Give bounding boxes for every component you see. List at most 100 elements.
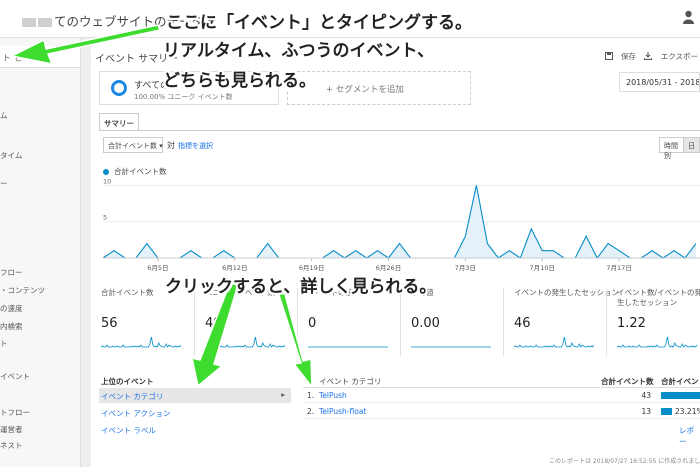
stat-total-events: 合計イベント数 56 — [91, 288, 194, 356]
versus-label: 対 — [167, 141, 175, 150]
stat-sparkline — [411, 346, 491, 348]
row-count: 13 — [641, 407, 651, 416]
table-row: 1. TelPush 43 — [303, 388, 700, 403]
sparkline-line — [514, 336, 594, 348]
column-header-total[interactable]: 合計イベント数 — [601, 376, 654, 387]
sidebar-search-input[interactable]: ト と — [0, 46, 80, 68]
events-line-chart: 10 5 6月5日 6月12日 6月19日 6月26日 7月3日 7月10日 7月17日 — [102, 178, 700, 272]
stat-label: 合計イベント数 — [101, 288, 154, 297]
sparkline-line — [617, 336, 697, 348]
stat-sparkline — [205, 336, 285, 348]
sidebar-item[interactable]: ネスト — [0, 440, 23, 451]
segment-ring-icon — [111, 80, 127, 96]
x-tick-label: 6月26日 — [376, 264, 401, 272]
table-header: イベント カテゴリ 合計イベント数 合計イベント — [303, 374, 700, 388]
stat-value: 56 — [101, 316, 118, 331]
dimension-event-label[interactable]: イベント ラベル — [99, 422, 291, 437]
stat-events-per-session: イベント数/イベントの発生したセッション 1.22 — [606, 288, 700, 356]
main-panel: イベント サマリー 保存 エクスポー 2018/05/31 - 2018/ すべ… — [91, 38, 700, 467]
stat-label: イベントの発生したセッション — [514, 288, 619, 297]
granularity-day-button[interactable]: 日 — [683, 138, 699, 152]
redacted-text — [22, 18, 36, 27]
column-header-percent[interactable]: 合計イベント — [661, 376, 700, 387]
row-count: 43 — [641, 391, 651, 400]
save-label: 保存 — [620, 52, 636, 61]
stat-sessions-with-event: イベントの発生したセッション 46 — [503, 288, 619, 356]
x-tick-label: 7月17日 — [606, 264, 631, 272]
annotation-text-1: ここに「イベント」とタイピングする。 — [166, 13, 472, 33]
top-events-header: 上位のイベント — [101, 377, 154, 386]
sidebar-item-realtime[interactable]: タイム — [0, 150, 22, 161]
annotation-text-4: クリックすると、詳しく見られる。 — [165, 277, 437, 297]
y-tick-label: 10 — [103, 178, 111, 185]
save-icon — [604, 52, 613, 60]
select-metric-link[interactable]: 指標を選択 — [178, 141, 213, 151]
chevron-right-icon: ▸ — [281, 390, 285, 399]
dimension-label: イベント カテゴリ — [101, 392, 164, 401]
granularity-hour-button[interactable]: 時間別 — [660, 138, 683, 160]
stat-value: 46 — [514, 316, 531, 331]
sidebar-item-content[interactable]: ・コンテンツ — [0, 285, 45, 296]
export-button[interactable]: エクスポー — [644, 52, 698, 61]
user-icon[interactable] — [683, 10, 694, 24]
stat-value: 0.00 — [411, 316, 440, 331]
stat-sparkline — [308, 346, 388, 348]
stat-unique-events: ユニーク イベント数 48 — [194, 288, 297, 356]
sidebar-item-site-search[interactable]: 内検索 — [0, 321, 23, 332]
sidebar: ト と ム タイム ー フロー ・コンテンツ の速度 内検索 ト イベント トフ… — [0, 38, 81, 467]
row-percent: 23.21% — [675, 407, 700, 416]
sidebar-item-speed[interactable]: の速度 — [0, 303, 23, 314]
dimension-event-action[interactable]: イベント アクション — [99, 405, 291, 420]
stats-row: 合計イベント数 56 ユニーク イベント数 48 イベントの値 0 平均値 0.… — [91, 288, 700, 356]
stat-average-value: 平均値 0.00 — [400, 288, 503, 356]
table-row: 2. TelPush-float 13 23.21% — [303, 404, 700, 419]
stat-sparkline — [617, 336, 697, 348]
row-link[interactable]: TelPush — [319, 391, 347, 400]
row-share-bar — [661, 392, 700, 399]
row-index: 2. — [307, 407, 315, 416]
legend-label: 合計イベント数 — [114, 167, 167, 176]
column-header-category[interactable]: イベント カテゴリ — [319, 376, 381, 387]
sparkline-line — [101, 336, 181, 348]
redacted-text — [38, 18, 52, 27]
report-timestamp: このレポートは 2018/07/27 16:52:55 に作成されました — [549, 458, 700, 465]
download-icon — [644, 52, 653, 60]
sidebar-item[interactable]: ト — [0, 338, 8, 349]
stat-value: 1.22 — [617, 316, 646, 331]
sidebar-item[interactable]: ム — [0, 110, 8, 121]
metric-select[interactable]: 合計イベント数 ▾ — [103, 137, 163, 153]
x-tick-label: 6月5日 — [147, 264, 168, 272]
date-range-picker[interactable]: 2018/05/31 - 2018/ — [619, 72, 700, 92]
sparkline-line — [205, 336, 285, 348]
sidebar-item-publisher[interactable]: 運営者 — [0, 424, 23, 435]
sidebar-search-text: ト と — [2, 54, 23, 64]
row-index: 1. — [307, 391, 315, 400]
row-link[interactable]: TelPush-float — [319, 407, 366, 416]
stat-label: イベント数/イベントの発生したセッション — [617, 288, 700, 307]
x-tick-label: 7月10日 — [530, 264, 555, 272]
annotation-text-3: どちらも見られる。 — [163, 71, 316, 91]
chart-legend: 合計イベント数 — [103, 166, 167, 177]
x-tick-label: 6月12日 — [222, 264, 247, 272]
export-label: エクスポー — [660, 52, 698, 61]
sidebar-item[interactable]: ー — [0, 178, 8, 189]
y-tick-label: 5 — [103, 214, 107, 222]
sidebar-item-event-flow[interactable]: トフロー — [0, 407, 30, 418]
x-tick-label: 7月3日 — [455, 264, 476, 272]
save-button[interactable]: 保存 — [604, 52, 639, 61]
sidebar-item-flow[interactable]: フロー — [0, 267, 23, 278]
view-report-link[interactable]: レポー — [679, 425, 700, 447]
dimension-event-category[interactable]: イベント カテゴリ ▸ — [99, 388, 291, 403]
tab-summary[interactable]: サマリー — [99, 113, 139, 130]
header-actions: 保存 エクスポー — [599, 51, 698, 62]
annotation-text-2: リアルタイム、ふつうのイベント、 — [163, 41, 435, 61]
segment-subtitle: 100.00% ユニーク イベント数 — [134, 93, 233, 101]
x-tick-label: 6月19日 — [299, 264, 324, 272]
granularity-toggle: 時間別 日 — [659, 137, 700, 160]
stat-event-value: イベントの値 0 — [297, 288, 400, 356]
stat-value: 0 — [308, 316, 317, 331]
legend-dot-icon — [103, 169, 109, 175]
add-segment-label: + セグメントを追加 — [326, 85, 404, 95]
sidebar-item-events[interactable]: イベント — [0, 371, 30, 382]
stat-sparkline — [514, 336, 594, 348]
